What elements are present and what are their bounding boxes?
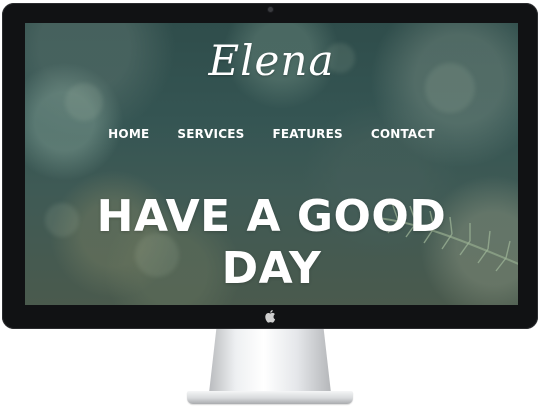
- main-nav: HOME SERVICES FEATURES CONTACT: [25, 126, 518, 142]
- hero-headline-line-2: DAY: [221, 243, 322, 294]
- camera-icon: [268, 7, 273, 12]
- nav-item-home[interactable]: HOME: [108, 126, 149, 142]
- hero-headline: HAVE A GOOD DAY: [25, 191, 518, 295]
- monitor-bezel: Elena HOME SERVICES FEATURES CONTACT HAV…: [2, 3, 538, 329]
- nav-item-features[interactable]: FEATURES: [272, 126, 342, 142]
- monitor-stand-neck: [209, 329, 331, 393]
- website-screen: Elena HOME SERVICES FEATURES CONTACT HAV…: [25, 23, 518, 305]
- apple-logo-icon: [265, 309, 277, 323]
- monitor-mockup: Elena HOME SERVICES FEATURES CONTACT HAV…: [0, 0, 540, 408]
- hero-headline-line-1: HAVE A GOOD: [96, 191, 447, 242]
- monitor-stand-base: [187, 391, 353, 404]
- nav-item-contact[interactable]: CONTACT: [371, 126, 435, 142]
- nav-item-services[interactable]: SERVICES: [177, 126, 244, 142]
- site-logo[interactable]: Elena: [25, 37, 518, 85]
- bokeh-light: [65, 83, 103, 121]
